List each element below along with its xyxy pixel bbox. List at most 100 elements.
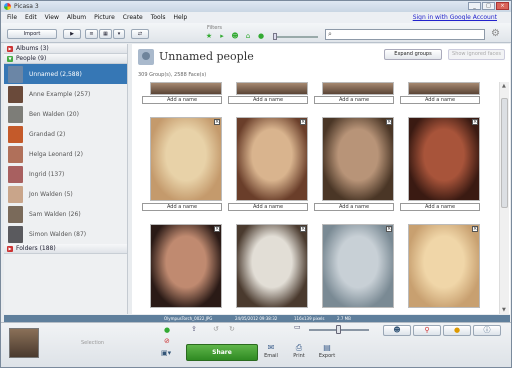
rotate-left-icon[interactable]: ↺	[213, 325, 219, 333]
scroll-up-icon[interactable]: ▲	[502, 83, 506, 89]
ignore-face-icon[interactable]: ×	[300, 226, 306, 232]
export-button[interactable]: ▤ Export	[316, 343, 338, 359]
location-filter-icon[interactable]: ●	[257, 32, 265, 40]
add-name-field[interactable]: Add a name	[228, 96, 308, 104]
people-panel-button[interactable]: ☻	[383, 325, 411, 336]
search-field[interactable]: ⌕	[325, 29, 485, 40]
albums-section-header[interactable]: ▶ Albums (3)	[4, 44, 127, 54]
clear-icon[interactable]: ⊘	[164, 337, 170, 345]
people-list-item[interactable]: Grandad (2)	[4, 124, 127, 144]
add-name-field[interactable]: Add a name	[314, 96, 394, 104]
slideshow-button[interactable]: ▶	[63, 29, 81, 39]
add-name-field[interactable]: Add a name	[314, 203, 394, 211]
picasa-window: Picasa 3 _ □ × File Edit View Album Pict…	[0, 0, 512, 368]
menu-file[interactable]: File	[7, 14, 17, 21]
ignore-face-icon[interactable]: ×	[214, 226, 220, 232]
print-button[interactable]: ⎙ Print	[288, 343, 310, 359]
menu-tools[interactable]: Tools	[151, 14, 166, 21]
person-label: Helga Leonard (2)	[29, 150, 83, 158]
sign-in-link[interactable]: Sign in with Google Account	[413, 14, 497, 21]
page-title: Unnamed people	[159, 50, 254, 63]
places-panel-button[interactable]: ⚲	[413, 325, 441, 336]
face-photo[interactable]	[408, 82, 480, 95]
add-name-field[interactable]: Add a name	[142, 96, 222, 104]
add-name-field[interactable]: Add a name	[228, 203, 308, 211]
people-list-item[interactable]: Anne Example (257)	[4, 84, 127, 104]
thumbnail-size-slider[interactable]	[336, 325, 341, 334]
selected-face-thumbnail[interactable]	[9, 328, 39, 358]
date-filter-slider[interactable]	[273, 33, 277, 40]
person-label: Ben Walden (20)	[29, 110, 79, 118]
person-thumbnail	[8, 125, 23, 143]
library-sidebar: ▶ Albums (3) ▼ People (9) Unnamed (2,588…	[4, 44, 128, 314]
menu-picture[interactable]: Picture	[94, 14, 115, 21]
people-view-button[interactable]: ⇄	[131, 29, 149, 39]
tags-panel-button[interactable]: ●	[443, 325, 471, 336]
star-filter-icon[interactable]: ★	[205, 32, 213, 40]
view-list-button[interactable]: ≡	[85, 29, 98, 39]
gear-icon[interactable]: ⚙	[491, 28, 500, 39]
people-list-item[interactable]: Sam Walden (26)	[4, 204, 127, 224]
info-panel-button[interactable]: ⓘ	[473, 325, 501, 336]
upload-icon[interactable]: ⇪	[191, 325, 197, 333]
import-button[interactable]: Import	[7, 29, 57, 39]
vertical-scrollbar[interactable]: ▲ ▼	[499, 82, 509, 314]
import-label: Import	[23, 31, 41, 37]
face-photo[interactable]: ×	[408, 224, 480, 308]
scroll-thumb[interactable]	[501, 98, 508, 208]
add-name-field[interactable]: Add a name	[400, 96, 480, 104]
view-thumbs-button[interactable]: ▦	[99, 29, 112, 39]
face-photo[interactable]	[236, 82, 308, 95]
folders-section-header[interactable]: ▶ Folders (188)	[4, 244, 127, 254]
rotate-right-icon[interactable]: ↻	[229, 325, 235, 333]
add-name-field[interactable]: Add a name	[142, 203, 222, 211]
menu-album[interactable]: Album	[67, 14, 86, 21]
view-dropdown-button[interactable]: ▾	[113, 29, 125, 39]
menu-create[interactable]: Create	[123, 14, 143, 21]
face-photo[interactable]: ×	[150, 224, 222, 308]
person-label: Ingrid (137)	[29, 170, 65, 178]
expand-groups-button[interactable]: Expand groups	[384, 49, 442, 60]
face-photo[interactable]: ×	[236, 117, 308, 201]
video-filter-icon[interactable]: ▸	[218, 32, 226, 40]
ignore-face-icon[interactable]: ×	[214, 119, 220, 125]
people-list-item[interactable]: Ingrid (137)	[4, 164, 127, 184]
face-photo[interactable]	[150, 82, 222, 95]
minimize-button[interactable]: _	[468, 2, 481, 10]
face-photo[interactable]: ×	[322, 117, 394, 201]
close-button[interactable]: ×	[496, 2, 509, 10]
menu-edit[interactable]: Edit	[25, 14, 37, 21]
search-input[interactable]	[331, 30, 472, 39]
maximize-button[interactable]: □	[482, 2, 495, 10]
face-photo[interactable]: ×	[150, 117, 222, 201]
ignore-face-icon[interactable]: ×	[386, 226, 392, 232]
add-name-field[interactable]: Add a name	[400, 203, 480, 211]
geotag-filter-icon[interactable]: ⌂	[244, 32, 252, 40]
thumbnail-size-icon: ▭	[294, 323, 301, 331]
ignore-face-icon[interactable]: ×	[472, 226, 478, 232]
people-list-item[interactable]: Simon Walden (87)	[4, 224, 127, 244]
people-list-item[interactable]: Jon Walden (5)	[4, 184, 127, 204]
scroll-down-icon[interactable]: ▼	[502, 307, 506, 313]
email-button[interactable]: ✉ Email	[260, 343, 282, 359]
face-photo[interactable]: ×	[408, 117, 480, 201]
ignore-face-icon[interactable]: ×	[472, 119, 478, 125]
ignore-face-icon[interactable]: ×	[300, 119, 306, 125]
person-filter-icon[interactable]: ☻	[231, 32, 239, 40]
menu-view[interactable]: View	[45, 14, 59, 21]
ignore-face-icon[interactable]: ×	[386, 119, 392, 125]
hold-icon[interactable]: ●	[164, 326, 170, 334]
share-button[interactable]: Share	[186, 344, 258, 361]
face-photo[interactable]: ×	[236, 224, 308, 308]
face-photo[interactable]	[322, 82, 394, 95]
menu-help[interactable]: Help	[174, 14, 188, 21]
add-to-album-icon[interactable]: ▣▾	[161, 349, 171, 357]
people-list-item[interactable]: Unnamed (2,588)	[4, 64, 127, 84]
export-label: Export	[318, 353, 336, 359]
face-photo[interactable]: ×	[322, 224, 394, 308]
show-ignored-button[interactable]: Show ignored faces	[448, 49, 505, 60]
person-label: Sam Walden (26)	[29, 210, 81, 218]
people-list-item[interactable]: Helga Leonard (2)	[4, 144, 127, 164]
people-list-item[interactable]: Ben Walden (20)	[4, 104, 127, 124]
people-section-header[interactable]: ▼ People (9)	[4, 54, 127, 64]
